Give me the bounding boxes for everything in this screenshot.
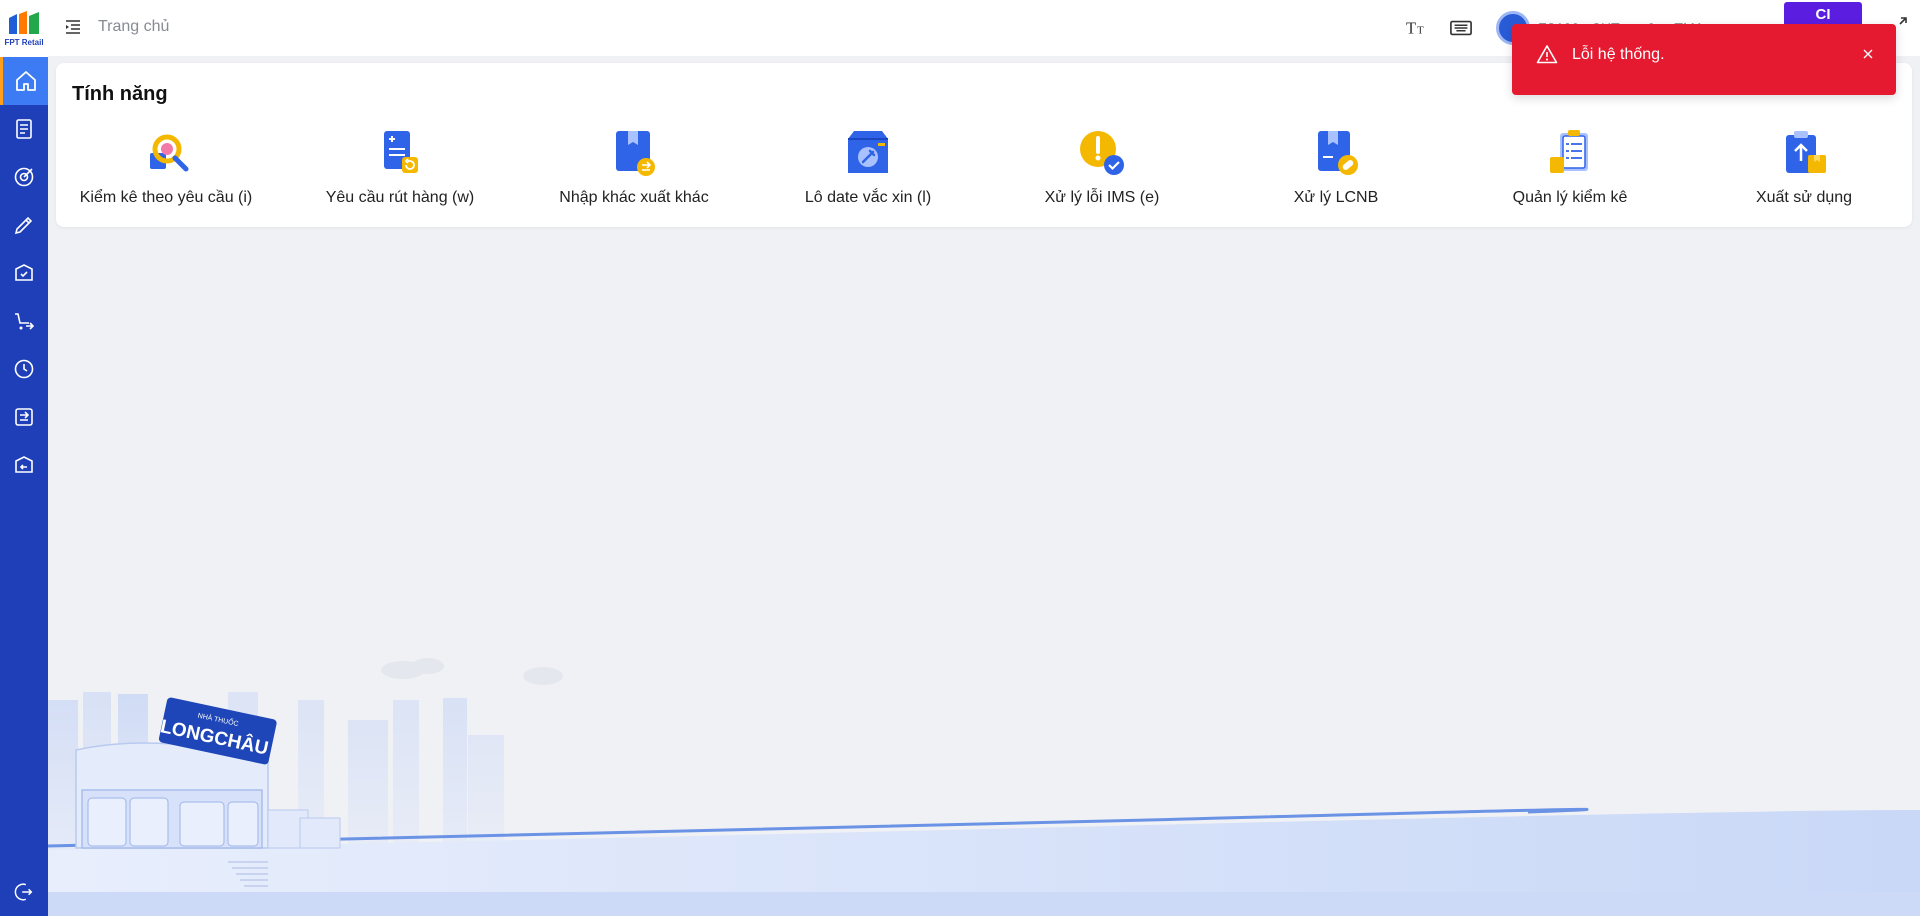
feature-ims-error[interactable]: Xử lý lỗi IMS (e) — [992, 127, 1212, 217]
feature-label: Lô date vắc xin (l) — [804, 189, 932, 206]
import-export-icon — [616, 131, 655, 176]
export-usage-icon — [1786, 131, 1826, 173]
feature-label: Kiểm kê theo yêu cầu (i) — [79, 189, 253, 206]
svg-text:T: T — [1417, 25, 1424, 37]
sidebar-item-tools[interactable] — [0, 201, 48, 249]
sidebar-item-returns[interactable] — [0, 441, 48, 489]
menu-toggle-icon[interactable] — [64, 18, 82, 36]
clipboard-checklist-icon — [1550, 130, 1588, 173]
sidebar-item-documents[interactable] — [0, 105, 48, 153]
feature-vaccine-lot-date[interactable]: Lô date vắc xin (l) — [758, 127, 978, 217]
pen-tool-icon — [14, 216, 33, 235]
feature-withdraw-request[interactable]: Yêu cầu rút hàng (w) — [290, 127, 510, 217]
error-check-icon — [1080, 131, 1124, 175]
keyboard-button[interactable] — [1448, 16, 1474, 40]
fpt-retail-logo[interactable]: FPT Retail — [0, 0, 48, 57]
text-size-icon: TT — [1406, 19, 1424, 38]
vaccine-box-icon — [848, 131, 888, 173]
withdraw-request-icon — [384, 131, 418, 173]
longchau-store-illustration: NHÀ THUỐC LONGCHÂU — [48, 658, 1920, 916]
feature-label: Quản lý kiểm kê — [1512, 189, 1628, 206]
sidebar-item-cart-transfer[interactable] — [0, 297, 48, 345]
feature-label: Nhập khác xuất khác — [559, 189, 709, 206]
error-toast: Lỗi hệ thống. — [1512, 24, 1896, 95]
keyboard-icon — [1450, 20, 1472, 36]
feature-label: Xử lý lỗi IMS (e) — [1044, 189, 1160, 206]
target-icon — [14, 167, 34, 187]
transfer-list-icon — [15, 408, 33, 426]
fpt-logo-icon — [9, 11, 39, 34]
sidebar-item-target[interactable] — [0, 153, 48, 201]
inventory-search-icon — [150, 134, 189, 172]
warning-icon — [1536, 45, 1558, 64]
svg-text:T: T — [1406, 19, 1416, 38]
breadcrumb[interactable]: Trang chủ — [98, 18, 169, 36]
sidebar-item-history[interactable] — [0, 345, 48, 393]
logout-icon — [14, 883, 33, 901]
feature-label: Xuất sử dụng — [1755, 189, 1853, 206]
sidebar: FPT Retail — [0, 0, 48, 916]
feature-export-usage[interactable]: Xuất sử dụng — [1694, 127, 1914, 217]
font-size-button[interactable]: TT — [1404, 16, 1430, 40]
feature-inventory-on-request[interactable]: Kiểm kê theo yêu cầu (i) — [56, 127, 276, 217]
feature-lcnb[interactable]: Xử lý LCNB — [1226, 127, 1446, 217]
lcnb-pill-icon — [1318, 131, 1358, 175]
box-check-icon — [15, 264, 33, 281]
document-list-icon — [16, 119, 32, 139]
feature-label: Xử lý LCNB — [1293, 189, 1379, 206]
box-return-icon — [15, 456, 33, 473]
sidebar-item-box-check[interactable] — [0, 249, 48, 297]
feature-label: Yêu cầu rút hàng (w) — [325, 189, 475, 206]
feature-inventory-management[interactable]: Quản lý kiểm kê — [1460, 127, 1680, 217]
toast-message: Lỗi hệ thống. — [1572, 46, 1665, 63]
sidebar-item-transfers[interactable] — [0, 393, 48, 441]
logout-button[interactable] — [0, 868, 48, 916]
close-icon[interactable] — [1860, 46, 1876, 62]
features-title: Tính năng — [72, 83, 168, 105]
sidebar-item-home[interactable] — [0, 57, 48, 105]
feature-import-export[interactable]: Nhập khác xuất khác — [524, 127, 744, 217]
logo-text: FPT Retail — [4, 38, 44, 47]
clock-check-icon — [14, 359, 34, 379]
home-icon — [15, 71, 36, 91]
cart-transfer-icon — [15, 313, 35, 330]
